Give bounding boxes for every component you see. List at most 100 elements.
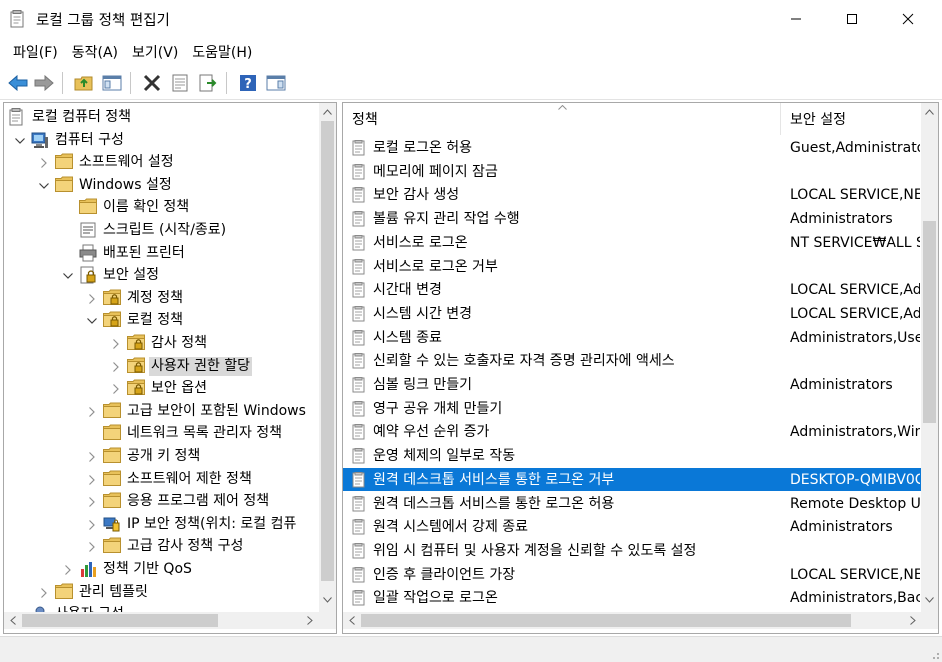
menu-file[interactable]: 파일(F) xyxy=(6,40,65,64)
tree-vscroll-thumb[interactable] xyxy=(321,121,334,581)
tree-item-label: 보안 옵션 xyxy=(151,380,207,397)
tree-item[interactable]: 컴퓨터 구성 xyxy=(4,129,318,152)
tree-item[interactable]: 이름 확인 정책 xyxy=(4,196,318,219)
export-list-button[interactable] xyxy=(196,71,220,95)
list-horizontal-scrollbar[interactable] xyxy=(343,612,938,629)
chevron-right-icon[interactable] xyxy=(38,157,50,169)
forward-button[interactable] xyxy=(32,71,56,95)
tree-item[interactable]: 사용자 권한 할당 xyxy=(4,355,318,378)
tree-item[interactable]: IP 보안 정책(위치: 로컬 컴퓨 xyxy=(4,513,318,536)
tree-vertical-scrollbar[interactable] xyxy=(319,103,336,618)
scroll-right-arrow[interactable] xyxy=(301,612,318,629)
tree-item[interactable]: 정책 기반 QoS xyxy=(4,558,318,581)
chevron-right-icon[interactable] xyxy=(86,541,98,553)
tree-item[interactable]: 고급 보안이 포함된 Windows xyxy=(4,400,318,423)
column-header-security-setting[interactable]: 보안 설정 xyxy=(781,103,923,135)
status-bar xyxy=(0,636,942,662)
chevron-down-icon[interactable] xyxy=(62,270,74,282)
policy-row[interactable]: 운영 체제의 일부로 작동 xyxy=(343,444,923,468)
chevron-right-icon[interactable] xyxy=(86,474,98,486)
up-level-button[interactable] xyxy=(72,71,96,95)
policy-row[interactable]: 원격 데스크톱 서비스를 통한 로그온 거부 DESKTOP-QMIBV0C xyxy=(343,467,923,492)
chevron-right-icon[interactable] xyxy=(86,451,98,463)
chevron-right-icon[interactable] xyxy=(86,496,98,508)
list-vscroll-thumb[interactable] xyxy=(923,221,936,423)
tree-hscroll-thumb[interactable] xyxy=(22,614,218,627)
policy-row[interactable]: 로컬 로그온 허용 Guest,Administrators xyxy=(343,136,923,160)
policy-row[interactable]: 원격 데스크톱 서비스를 통한 로그온 허용 Remote Desktop Use… xyxy=(343,492,923,516)
toolbar-separator xyxy=(226,72,227,94)
policy-row[interactable]: 일괄 작업으로 로그온 Administrators,Backup xyxy=(343,586,923,610)
maximize-button[interactable] xyxy=(824,0,880,38)
policy-row[interactable]: 예약 우선 순위 증가 Administrators,Window xyxy=(343,420,923,444)
chevron-right-icon[interactable] xyxy=(110,338,122,350)
show-hide-tree-button[interactable] xyxy=(100,71,124,95)
policy-row[interactable]: 원격 시스템에서 강제 종료 Administrators xyxy=(343,515,923,539)
policy-row[interactable]: 시스템 종료 Administrators,Users xyxy=(343,326,923,350)
chevron-down-icon[interactable] xyxy=(38,180,50,192)
chevron-right-icon[interactable] xyxy=(86,406,98,418)
scroll-up-arrow[interactable] xyxy=(921,103,938,120)
tree-item[interactable]: 소프트웨어 제한 정책 xyxy=(4,468,318,491)
policy-row[interactable]: 볼륨 유지 관리 작업 수행 Administrators xyxy=(343,207,923,231)
menu-action[interactable]: 동작(A) xyxy=(65,40,125,64)
tree-item[interactable]: 공개 키 정책 xyxy=(4,445,318,468)
chevron-right-icon[interactable] xyxy=(86,293,98,305)
chevron-right-icon[interactable] xyxy=(110,383,122,395)
policy-row[interactable]: 시스템 시간 변경 LOCAL SERVICE,Administrators xyxy=(343,302,923,326)
tree-item[interactable]: 소프트웨어 설정 xyxy=(4,151,318,174)
policy-row[interactable]: 위임 시 컴퓨터 및 사용자 계정을 신뢰할 수 있도록 설정 xyxy=(343,539,923,563)
policy-row[interactable]: 보안 감사 생성 LOCAL SERVICE,NETWORK xyxy=(343,183,923,207)
chevron-right-icon[interactable] xyxy=(38,587,50,599)
scroll-down-arrow[interactable] xyxy=(319,591,336,608)
tree-item[interactable]: 고급 감사 정책 구성 xyxy=(4,535,318,558)
tree-item[interactable]: 계정 정책 xyxy=(4,287,318,310)
help-button[interactable]: ? xyxy=(236,71,260,95)
list-hscroll-thumb[interactable] xyxy=(361,614,851,627)
scroll-left-arrow[interactable] xyxy=(343,612,360,629)
menu-help[interactable]: 도움말(H) xyxy=(185,40,259,64)
policy-row[interactable]: 심볼 링크 만들기 Administrators xyxy=(343,373,923,397)
policy-name: 보안 감사 생성 xyxy=(373,187,460,204)
policy-row[interactable]: 영구 공유 개체 만들기 xyxy=(343,397,923,421)
tree-item[interactable]: 응용 프로그램 제어 정책 xyxy=(4,490,318,513)
policy-row[interactable]: 신뢰할 수 있는 호출자로 자격 증명 관리자에 액세스 xyxy=(343,349,923,373)
tree-item[interactable]: 감사 정책 xyxy=(4,332,318,355)
tree-item[interactable]: 관리 템플릿 xyxy=(4,581,318,604)
tree-item[interactable]: 로컬 정책 xyxy=(4,309,318,332)
back-button[interactable] xyxy=(6,71,30,95)
list-vertical-scrollbar[interactable] xyxy=(921,103,938,618)
minimize-button[interactable] xyxy=(768,0,824,38)
delete-button[interactable] xyxy=(140,71,164,95)
column-header-policy[interactable]: 정책 xyxy=(343,103,780,135)
chevron-right-icon[interactable] xyxy=(86,519,98,531)
tree-item[interactable]: 로컬 컴퓨터 정책 xyxy=(4,106,318,129)
tree-item[interactable]: 보안 옵션 xyxy=(4,377,318,400)
close-button[interactable] xyxy=(880,0,936,38)
scroll-up-arrow[interactable] xyxy=(319,103,336,120)
chevron-right-icon[interactable] xyxy=(110,361,122,373)
tree-item[interactable]: 스크립트 (시작/종료) xyxy=(4,219,318,242)
policy-row[interactable]: 인증 후 클라이언트 가장 LOCAL SERVICE,NETWORK xyxy=(343,563,923,587)
menu-view[interactable]: 보기(V) xyxy=(125,40,185,64)
scroll-right-arrow[interactable] xyxy=(904,612,921,629)
tree-horizontal-scrollbar[interactable] xyxy=(4,612,336,629)
policy-row[interactable]: 서비스로 로그온 거부 xyxy=(343,255,923,279)
properties-button[interactable] xyxy=(168,71,192,95)
action-pane-button[interactable] xyxy=(264,71,288,95)
tree-item[interactable]: 보안 설정 xyxy=(4,264,318,287)
policy-row[interactable]: 서비스로 로그온 NT SERVICE₩ALL SERVICES xyxy=(343,231,923,255)
chevron-down-icon xyxy=(925,596,934,603)
chevron-down-icon[interactable] xyxy=(86,315,98,327)
tree-item[interactable]: 배포된 프린터 xyxy=(4,242,318,265)
scroll-down-arrow[interactable] xyxy=(921,591,938,608)
tree-item[interactable]: 네트워크 목록 관리자 정책 xyxy=(4,422,318,445)
tree-item[interactable]: Windows 설정 xyxy=(4,174,318,197)
tree-item-label: 로컬 컴퓨터 정책 xyxy=(32,109,132,125)
chevron-right-icon[interactable] xyxy=(62,564,74,576)
policy-row[interactable]: 메모리에 페이지 잠금 xyxy=(343,160,923,184)
close-icon xyxy=(902,13,914,25)
scroll-left-arrow[interactable] xyxy=(4,612,21,629)
chevron-down-icon[interactable] xyxy=(14,135,26,147)
policy-row[interactable]: 시간대 변경 LOCAL SERVICE,Administrators xyxy=(343,278,923,302)
